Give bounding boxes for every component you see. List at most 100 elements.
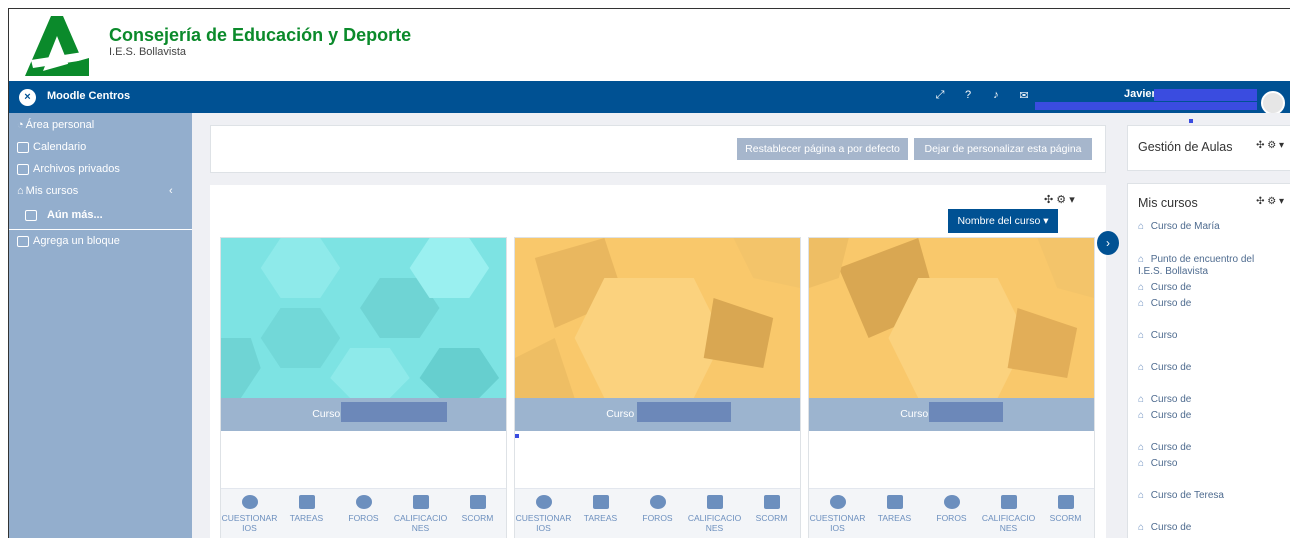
graduation-cap-icon: ⌂	[1138, 330, 1145, 341]
course-link[interactable]: ⌂ Curso de	[1138, 362, 1191, 374]
course-link-label: Curso	[1150, 458, 1178, 469]
moodle-window: Consejería de Educación y Deporte I.E.S.…	[8, 8, 1290, 538]
activity-shortcuts: CUESTIONAR IOS TAREAS FOROS CALIFICACIO …	[515, 488, 800, 538]
course-link-label: I.E.S. Bollavista	[1138, 266, 1209, 277]
comments-icon	[649, 495, 666, 509]
help-icon[interactable]: ?	[962, 89, 974, 102]
course-card[interactable]: Curso de CUESTIONAR IOS TAREAS FOROS CAL…	[220, 237, 507, 538]
document-icon	[706, 495, 723, 509]
tasks-link[interactable]: TAREAS	[572, 489, 629, 538]
grades-link[interactable]: CALIFICACIO NES	[686, 489, 743, 538]
block-title: Gestión de Aulas	[1138, 140, 1233, 154]
user-name[interactable]: Javier	[1124, 88, 1156, 100]
sidebar-item-aun-mas[interactable]: Aún más...	[25, 209, 103, 221]
grades-link[interactable]: CALIFICACIO NES	[980, 489, 1037, 538]
forums-link[interactable]: FOROS	[629, 489, 686, 538]
quiz-link[interactable]: CUESTIONAR IOS	[221, 489, 278, 538]
activity-label: CUESTIONAR IOS	[221, 513, 278, 533]
quiz-link[interactable]: CUESTIONAR IOS	[515, 489, 572, 538]
graduation-cap-icon: ⌂	[17, 185, 24, 197]
course-link[interactable]: ⌂ Curso de	[1138, 522, 1191, 534]
customize-bar: Restablecer página a por defecto Dejar d…	[210, 125, 1106, 173]
files-icon	[17, 163, 29, 175]
activity-label: SCORM	[461, 513, 494, 523]
sidebar-item-calendario[interactable]: Calendario	[17, 141, 86, 153]
scorm-link[interactable]: SCORM	[743, 489, 800, 538]
graduation-cap-icon: ⌂	[1138, 362, 1145, 373]
scorm-link[interactable]: SCORM	[1037, 489, 1094, 538]
monitor-icon	[763, 495, 780, 509]
tasks-link[interactable]: TAREAS	[866, 489, 923, 538]
forums-link[interactable]: FOROS	[923, 489, 980, 538]
org-title: Consejería de Educación y Deporte	[109, 25, 412, 45]
course-link-continued[interactable]: I.E.S. Bollavista	[1138, 266, 1208, 278]
junta-logo	[25, 16, 89, 76]
course-link[interactable]: ⌂ Curso de Teresa	[1138, 490, 1224, 502]
activity-label: TAREAS	[583, 513, 618, 523]
activity-label: SCORM	[755, 513, 788, 523]
activity-shortcuts: CUESTIONAR IOS TAREAS FOROS CALIFICACIO …	[221, 488, 506, 538]
block-title: Mis cursos	[1138, 196, 1198, 210]
course-link[interactable]: ⌂ Curso	[1138, 330, 1177, 342]
dashboard-icon: ◔	[17, 119, 24, 131]
course-link[interactable]: ⌂ Curso de	[1138, 282, 1191, 294]
top-navbar: × Moodle Centros ⤢ ? ♪ ✉ Javier	[9, 81, 1290, 115]
reset-page-button[interactable]: Restablecer página a por defecto	[737, 138, 908, 160]
mail-icon[interactable]: ✉	[1018, 89, 1030, 102]
stop-customizing-button[interactable]: Dejar de personalizar esta página	[914, 138, 1092, 160]
quiz-link[interactable]: CUESTIONAR IOS	[809, 489, 866, 538]
grades-link[interactable]: CALIFICACIO NES	[392, 489, 449, 538]
chevron-left-icon[interactable]: ‹	[169, 185, 173, 197]
course-link-label: Curso de	[1150, 298, 1192, 309]
forums-link[interactable]: FOROS	[335, 489, 392, 538]
sidebar-item-label: Aún más...	[47, 209, 103, 221]
sidebar-item-area-personal[interactable]: ◔ Área personal	[17, 119, 94, 131]
course-link[interactable]: ⌂ Curso de	[1138, 394, 1191, 406]
block-controls[interactable]: ✣ ⚙ ▾	[1256, 196, 1284, 207]
block-controls[interactable]: ✣ ⚙ ▾	[1256, 140, 1284, 151]
course-card[interactable]: Curso de CUESTIONAR IOS TAREAS FOROS CAL…	[808, 237, 1095, 538]
block-controls[interactable]: ✣ ⚙ ▾	[1044, 193, 1075, 206]
sidebar-item-agrega-bloque[interactable]: Agrega un bloque	[17, 235, 120, 247]
chevron-right-icon[interactable]: ›	[1097, 231, 1119, 255]
sidebar-item-label: Archivos privados	[33, 163, 120, 175]
document-icon	[412, 495, 429, 509]
course-link-label: Curso de María	[1150, 221, 1220, 232]
course-card[interactable]: Curso de CUESTIONAR IOS TAREAS FOROS CAL…	[514, 237, 801, 538]
course-link[interactable]: ⌂ Curso	[1138, 458, 1177, 470]
org-subtitle: I.E.S. Bollavista	[109, 46, 187, 58]
activity-label: FOROS	[348, 513, 379, 523]
site-name-link[interactable]: Moodle Centros	[47, 90, 130, 102]
course-link[interactable]: ⌂ Curso de	[1138, 298, 1191, 310]
sort-button-label: Nombre del curso	[957, 215, 1041, 227]
brand-header: Consejería de Educación y Deporte I.E.S.…	[9, 9, 1290, 81]
list-icon	[298, 495, 315, 509]
graduation-cap-icon: ⌂	[1138, 490, 1145, 501]
sidebar-item-label: Agrega un bloque	[33, 235, 120, 247]
bell-icon[interactable]: ♪	[990, 89, 1002, 102]
activity-label: FOROS	[642, 513, 673, 523]
course-link[interactable]: ⌂ Punto de encuentro del	[1138, 254, 1254, 266]
sidebar-item-archivos[interactable]: Archivos privados	[17, 163, 120, 175]
scorm-link[interactable]: SCORM	[449, 489, 506, 538]
course-link[interactable]: ⌂ Curso de	[1138, 442, 1191, 454]
course-link[interactable]: ⌂ Curso de María	[1138, 221, 1220, 233]
close-drawer-icon[interactable]: ×	[19, 89, 36, 106]
course-image	[515, 238, 800, 398]
tasks-link[interactable]: TAREAS	[278, 489, 335, 538]
avatar[interactable]	[1261, 91, 1285, 115]
redacted-block	[1154, 89, 1257, 101]
marker	[515, 434, 519, 438]
sidebar-item-mis-cursos[interactable]: ⌂ Mis cursos	[17, 185, 78, 197]
activity-label: CUESTIONAR IOS	[809, 513, 866, 533]
comments-icon	[943, 495, 960, 509]
graduation-cap-icon: ⌂	[1138, 442, 1145, 453]
document-icon	[1000, 495, 1017, 509]
add-block-icon	[17, 235, 29, 247]
activity-label: FOROS	[936, 513, 967, 523]
course-link[interactable]: ⌂ Curso de	[1138, 410, 1191, 422]
graduation-cap-icon: ⌂	[1138, 394, 1145, 405]
redacted-block	[637, 402, 731, 422]
expand-icon[interactable]: ⤢	[934, 89, 946, 102]
sort-courses-button[interactable]: Nombre del curso ▾	[948, 209, 1058, 233]
